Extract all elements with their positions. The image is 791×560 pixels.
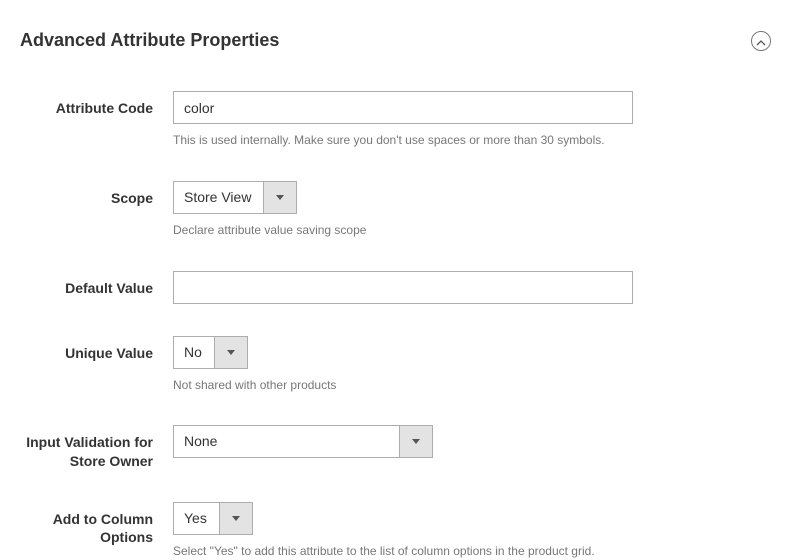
unique-value-select[interactable]: No xyxy=(173,336,248,369)
input-validation-select-value: None xyxy=(174,426,399,457)
add-to-column-label: Add to Column Options xyxy=(20,502,173,546)
scope-select-value: Store View xyxy=(174,182,263,213)
attribute-code-label: Attribute Code xyxy=(20,91,173,117)
dropdown-arrow-icon xyxy=(263,182,296,213)
dropdown-arrow-icon xyxy=(399,426,432,457)
scope-select[interactable]: Store View xyxy=(173,181,297,214)
unique-value-label: Unique Value xyxy=(20,336,173,362)
dropdown-arrow-icon xyxy=(219,503,252,534)
field-row-scope: Scope Store View Declare attribute value… xyxy=(20,181,771,239)
attribute-code-input[interactable] xyxy=(173,91,633,124)
scope-help: Declare attribute value saving scope xyxy=(173,222,633,239)
field-row-default-value: Default Value xyxy=(20,271,771,304)
input-validation-label: Input Validation for Store Owner xyxy=(20,425,173,469)
field-row-input-validation: Input Validation for Store Owner None xyxy=(20,425,771,469)
add-to-column-select-value: Yes xyxy=(174,503,219,534)
field-row-add-to-column: Add to Column Options Yes Select "Yes" t… xyxy=(20,502,771,560)
scope-label: Scope xyxy=(20,181,173,207)
attribute-code-help: This is used internally. Make sure you d… xyxy=(173,132,633,149)
default-value-input[interactable] xyxy=(173,271,633,304)
chevron-up-icon xyxy=(756,33,766,49)
field-row-unique-value: Unique Value No Not shared with other pr… xyxy=(20,336,771,394)
collapse-toggle[interactable] xyxy=(751,31,771,51)
section-title: Advanced Attribute Properties xyxy=(20,30,279,51)
unique-value-select-value: No xyxy=(174,337,214,368)
unique-value-help: Not shared with other products xyxy=(173,377,633,394)
section-header: Advanced Attribute Properties xyxy=(20,30,771,51)
default-value-label: Default Value xyxy=(20,271,173,297)
add-to-column-help: Select "Yes" to add this attribute to th… xyxy=(173,543,633,560)
field-row-attribute-code: Attribute Code This is used internally. … xyxy=(20,91,771,149)
dropdown-arrow-icon xyxy=(214,337,247,368)
input-validation-select[interactable]: None xyxy=(173,425,433,458)
add-to-column-select[interactable]: Yes xyxy=(173,502,253,535)
